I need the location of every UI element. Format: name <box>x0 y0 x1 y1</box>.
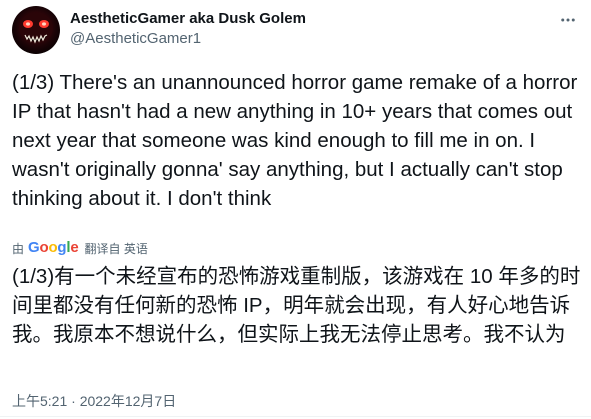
demon-face-avatar-icon <box>12 6 60 54</box>
google-logo-letter: o <box>39 239 49 256</box>
author-info: AestheticGamer aka Dusk Golem @Aesthetic… <box>70 9 306 49</box>
translate-source-link[interactable]: 翻译自 英语 <box>85 240 148 257</box>
google-logo-letter: G <box>28 239 40 256</box>
author-handle[interactable]: @AestheticGamer1 <box>70 29 306 49</box>
divider <box>0 416 591 417</box>
translation-attribution: 由 Google 翻译自 英语 <box>12 239 148 257</box>
tweet-card: AestheticGamer aka Dusk Golem @Aesthetic… <box>0 0 591 419</box>
translated-by-label: 由 <box>12 241 25 256</box>
google-logo-letter: e <box>70 239 79 256</box>
tweet-text: (1/3) There's an unannounced horror game… <box>12 71 578 210</box>
author-display-name[interactable]: AestheticGamer aka Dusk Golem <box>70 9 306 29</box>
google-logo-letter: g <box>57 239 67 256</box>
more-options-button[interactable] <box>555 8 581 32</box>
translated-text: (1/3)有一个未经宣布的恐怖游戏重制版，该游戏在 10 年多的时间里都没有任何… <box>12 265 581 346</box>
tweet-timestamp[interactable]: 上午5:21 · 2022年12月7日 <box>12 392 176 410</box>
avatar[interactable] <box>12 6 60 54</box>
google-logo-icon: Google <box>28 239 79 257</box>
more-options-icon <box>561 18 575 22</box>
google-logo-letter: o <box>48 239 58 256</box>
